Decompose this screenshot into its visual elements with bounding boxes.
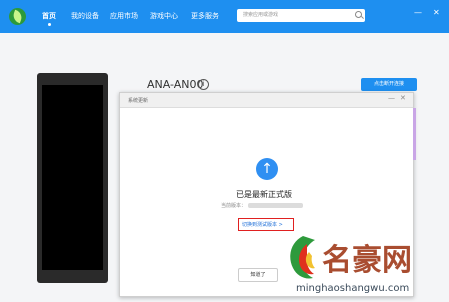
top-bar: 首页 我的设备 应用市场 游戏中心 更多服务 搜索应用或游戏 — ✕ <box>0 0 449 33</box>
disconnect-button[interactable]: 点击断开连接 <box>361 78 417 91</box>
search-icon[interactable] <box>355 11 362 18</box>
watermark-url: minghaoshangwu.com <box>296 283 410 294</box>
switch-version-highlight: 切换到测试版本 > <box>238 218 294 231</box>
app-logo-icon[interactable] <box>9 8 26 25</box>
device-name: ANA-AN00 <box>147 78 204 91</box>
nav-my-devices[interactable]: 我的设备 <box>71 11 99 21</box>
version-value-redacted <box>248 203 303 208</box>
minimize-button[interactable]: — <box>414 8 422 17</box>
nav-active-indicator <box>48 23 51 26</box>
update-status: 已是最新正式版 <box>236 190 292 199</box>
dialog-title: 系统更新 <box>128 98 149 104</box>
phone-screen <box>42 85 103 270</box>
ok-button[interactable]: 知道了 <box>238 268 278 282</box>
dialog-minimize-button[interactable]: — <box>388 94 395 102</box>
nav-app-market[interactable]: 应用市场 <box>110 11 138 21</box>
watermark-text: 名豪网 <box>322 243 412 278</box>
version-label: 当前版本： <box>221 203 247 209</box>
phone-preview <box>37 73 108 283</box>
watermark-logo-icon <box>290 236 315 279</box>
dialog-header: 系统更新 — ✕ <box>120 93 413 108</box>
info-icon[interactable]: i <box>198 79 209 90</box>
search-input[interactable]: 搜索应用或游戏 <box>243 11 278 18</box>
switch-version-link[interactable]: 切换到测试版本 > <box>242 221 283 228</box>
nav-game-center[interactable]: 游戏中心 <box>150 11 178 21</box>
nav-home[interactable]: 首页 <box>42 11 56 21</box>
close-button[interactable]: ✕ <box>433 8 440 17</box>
nav-more-services[interactable]: 更多服务 <box>191 11 219 21</box>
dialog-close-button[interactable]: ✕ <box>400 94 406 102</box>
search-box[interactable]: 搜索应用或游戏 <box>237 9 365 22</box>
scrollbar[interactable] <box>413 108 416 160</box>
arrow-up-icon: ↑ <box>256 158 278 180</box>
